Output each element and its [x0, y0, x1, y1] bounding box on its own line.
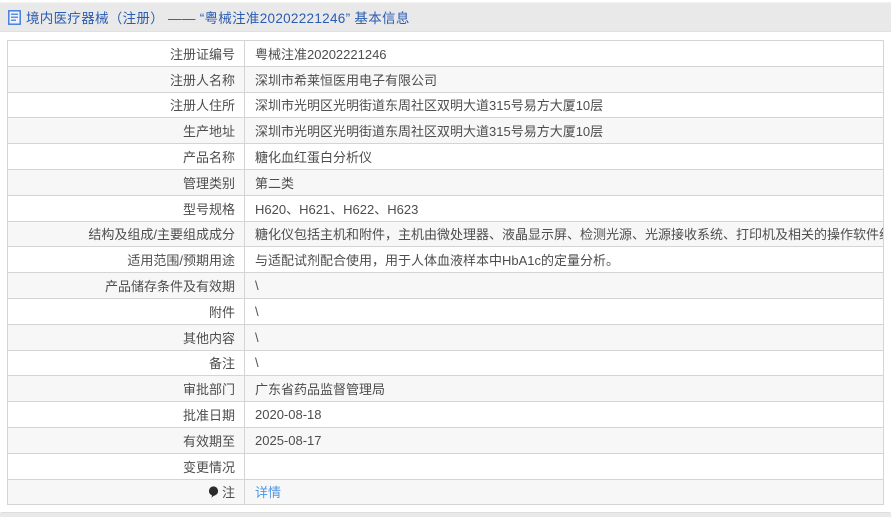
row-value: 第二类 [244, 168, 884, 196]
row-label-text: 其他内容 [182, 330, 235, 346]
row-value: 糖化仪包括主机和附件，主机由微处理器、液晶显示屏、检测光源、光源接收系统、打印机… [244, 220, 884, 248]
page-header: 境内医疗器械（注册） —— “粤械注准20202221246” 基本信息 [0, 2, 891, 32]
table-row: 备注 \ [7, 349, 884, 377]
document-icon [8, 9, 21, 25]
row-label-text: 备注 [208, 356, 235, 372]
row-label: 有效期至 [7, 426, 245, 454]
row-label-text: 适用范围/预期用途 [127, 253, 235, 269]
row-value-text: 深圳市光明区光明街道东周社区双明大道315号易方大厦10层 [255, 124, 604, 140]
row-value: 深圳市光明区光明街道东周社区双明大道315号易方大厦10层 [244, 91, 884, 119]
row-label: 其他内容 [7, 323, 245, 351]
row-value: H620、H621、H622、H623 [244, 194, 884, 222]
table-row: 注册人住所 深圳市光明区光明街道东周社区双明大道315号易方大厦10层 [7, 91, 884, 119]
row-label: 注册人名称 [7, 65, 245, 93]
table-row: 注册证编号 粤械注准20202221246 [7, 40, 884, 67]
row-label-text: 注 [221, 485, 235, 501]
table-row: 注册人名称 深圳市希莱恒医用电子有限公司 [7, 65, 884, 93]
row-label-text: 结构及组成/主要组成成分 [88, 227, 235, 243]
row-value-text: 广东省药品监督管理局 [255, 382, 386, 398]
row-label: 变更情况 [7, 452, 245, 480]
row-value-text: 糖化仪包括主机和附件，主机由微处理器、液晶显示屏、检测光源、光源接收系统、打印机… [255, 227, 884, 243]
row-label: 生产地址 [7, 117, 245, 145]
row-label: 管理类别 [7, 168, 245, 196]
row-value-text: \ [255, 329, 259, 345]
table-row: 注 详情 [7, 478, 884, 506]
table-row: 产品储存条件及有效期 \ [7, 272, 884, 299]
note-icon [208, 486, 219, 498]
next-section-band [0, 512, 891, 517]
row-value: \ [244, 297, 884, 325]
row-value-text: \ [255, 278, 259, 294]
row-label: 适用范围/预期用途 [7, 246, 245, 274]
row-value-text: 粤械注准20202221246 [255, 46, 387, 62]
row-label: 注 [7, 478, 245, 506]
row-label: 注册证编号 [7, 40, 245, 67]
row-label-text: 管理类别 [182, 175, 235, 191]
row-value-text: \ [255, 303, 259, 319]
row-value: 详情 [244, 478, 884, 506]
row-label-text: 产品储存条件及有效期 [104, 279, 235, 295]
row-label-text: 批准日期 [182, 408, 235, 424]
row-label-text: 型号规格 [182, 201, 235, 217]
row-label-text: 注册证编号 [169, 46, 235, 62]
row-label: 产品储存条件及有效期 [7, 272, 245, 299]
row-value-text: 第二类 [255, 175, 295, 191]
page-title: 境内医疗器械（注册） —— “粤械注准20202221246” 基本信息 [26, 11, 410, 26]
row-value: 2025-08-17 [244, 426, 884, 454]
row-label: 备注 [7, 349, 245, 377]
row-label: 审批部门 [7, 375, 245, 403]
registration-info-panel: 注册证编号 粤械注准20202221246 注册人名称 深圳市希莱恒医用电子有限公司注… [7, 40, 884, 506]
row-value-text: H620、H621、H622、H623 [255, 201, 419, 217]
row-label: 结构及组成/主要组成成分 [7, 220, 245, 248]
row-value: \ [244, 323, 884, 351]
row-value-text: 糖化血红蛋白分析仪 [255, 150, 373, 166]
row-value: 深圳市希莱恒医用电子有限公司 [244, 65, 884, 93]
row-label-text: 产品名称 [182, 150, 235, 166]
row-value-text: 深圳市希莱恒医用电子有限公司 [255, 72, 438, 88]
row-label-text: 生产地址 [182, 124, 235, 140]
detail-link[interactable]: 详情 [255, 485, 281, 500]
row-label: 附件 [7, 297, 245, 325]
row-value: 糖化血红蛋白分析仪 [244, 143, 884, 170]
row-value: 2020-08-18 [244, 401, 884, 428]
row-value-text: 深圳市光明区光明街道东周社区双明大道315号易方大厦10层 [255, 98, 604, 114]
row-label: 产品名称 [7, 143, 245, 170]
row-label: 注册人住所 [7, 91, 245, 119]
row-value [244, 452, 884, 480]
table-row: 生产地址 深圳市光明区光明街道东周社区双明大道315号易方大厦10层 [7, 117, 884, 145]
row-label: 批准日期 [7, 401, 245, 428]
row-value: 深圳市光明区光明街道东周社区双明大道315号易方大厦10层 [244, 117, 884, 145]
table-row: 审批部门 广东省药品监督管理局 [7, 375, 884, 403]
row-label-text: 注册人名称 [169, 72, 235, 88]
row-value-text: 与适配试剂配合使用，用于人体血液样本中HbA1c的定量分析。 [255, 253, 620, 269]
row-value-text: 2020-08-18 [255, 407, 322, 423]
table-row: 产品名称 糖化血红蛋白分析仪 [7, 143, 884, 170]
table-row: 附件 \ [7, 297, 884, 325]
row-label-text: 注册人住所 [169, 98, 235, 114]
row-value: \ [244, 272, 884, 299]
table-row: 结构及组成/主要组成成分 糖化仪包括主机和附件，主机由微处理器、液晶显示屏、检测光… [7, 220, 884, 248]
row-label-text: 变更情况 [182, 459, 235, 475]
row-value: 粤械注准20202221246 [244, 40, 884, 67]
table-row: 型号规格 H620、H621、H622、H623 [7, 194, 884, 222]
registration-info-table: 注册证编号 粤械注准20202221246 注册人名称 深圳市希莱恒医用电子有限公司注… [7, 40, 884, 506]
table-row: 其他内容 \ [7, 323, 884, 351]
table-row: 批准日期 2020-08-18 [7, 401, 884, 428]
row-label-text: 有效期至 [182, 433, 235, 449]
row-label-text: 审批部门 [182, 382, 235, 398]
row-value: 广东省药品监督管理局 [244, 375, 884, 403]
table-row: 管理类别 第二类 [7, 168, 884, 196]
table-row: 变更情况 [7, 452, 884, 480]
table-row: 适用范围/预期用途 与适配试剂配合使用，用于人体血液样本中HbA1c的定量分析。 [7, 246, 884, 274]
row-value: \ [244, 349, 884, 377]
table-row: 有效期至 2025-08-17 [7, 426, 884, 454]
row-label: 型号规格 [7, 194, 245, 222]
row-label-text: 附件 [208, 304, 235, 320]
row-value-text: 2025-08-17 [255, 432, 322, 448]
row-value: 与适配试剂配合使用，用于人体血液样本中HbA1c的定量分析。 [244, 246, 884, 274]
row-value-text: \ [255, 355, 259, 371]
